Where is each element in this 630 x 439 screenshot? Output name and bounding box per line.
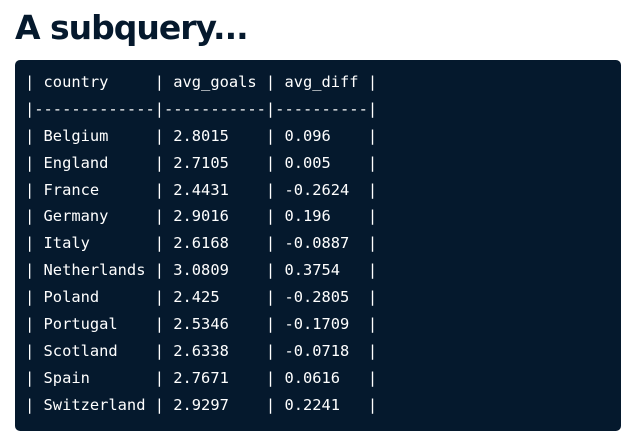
table-row: | Poland | 2.425 | -0.2805 | (25, 288, 378, 307)
slide: A subquery... | country | avg_goals | av… (0, 0, 630, 439)
table-separator-row: |-------------|-----------|----------| (25, 99, 378, 118)
slide-title: A subquery... (15, 8, 249, 47)
table-row: | Netherlands | 3.0809 | 0.3754 | (25, 261, 378, 280)
table-row: | Scotland | 2.6338 | -0.0718 | (25, 341, 378, 360)
table-row: | Belgium | 2.8015 | 0.096 | (25, 126, 378, 145)
table-row: | England | 2.7105 | 0.005 | (25, 153, 378, 172)
table-row: | Spain | 2.7671 | 0.0616 | (25, 368, 378, 387)
table-row: | Italy | 2.6168 | -0.0887 | (25, 234, 378, 253)
table-header-row: | country | avg_goals | avg_diff | (25, 73, 378, 91)
query-result-table: | country | avg_goals | avg_diff | |-----… (25, 69, 621, 419)
table-row: | France | 2.4431 | -0.2624 | (25, 180, 378, 199)
table-row: | Germany | 2.9016 | 0.196 | (25, 207, 378, 226)
code-panel: | country | avg_goals | avg_diff | |-----… (15, 60, 621, 431)
table-row: | Switzerland | 2.9297 | 0.2241 | (25, 395, 378, 414)
table-row: | Portugal | 2.5346 | -0.1709 | (25, 315, 378, 334)
